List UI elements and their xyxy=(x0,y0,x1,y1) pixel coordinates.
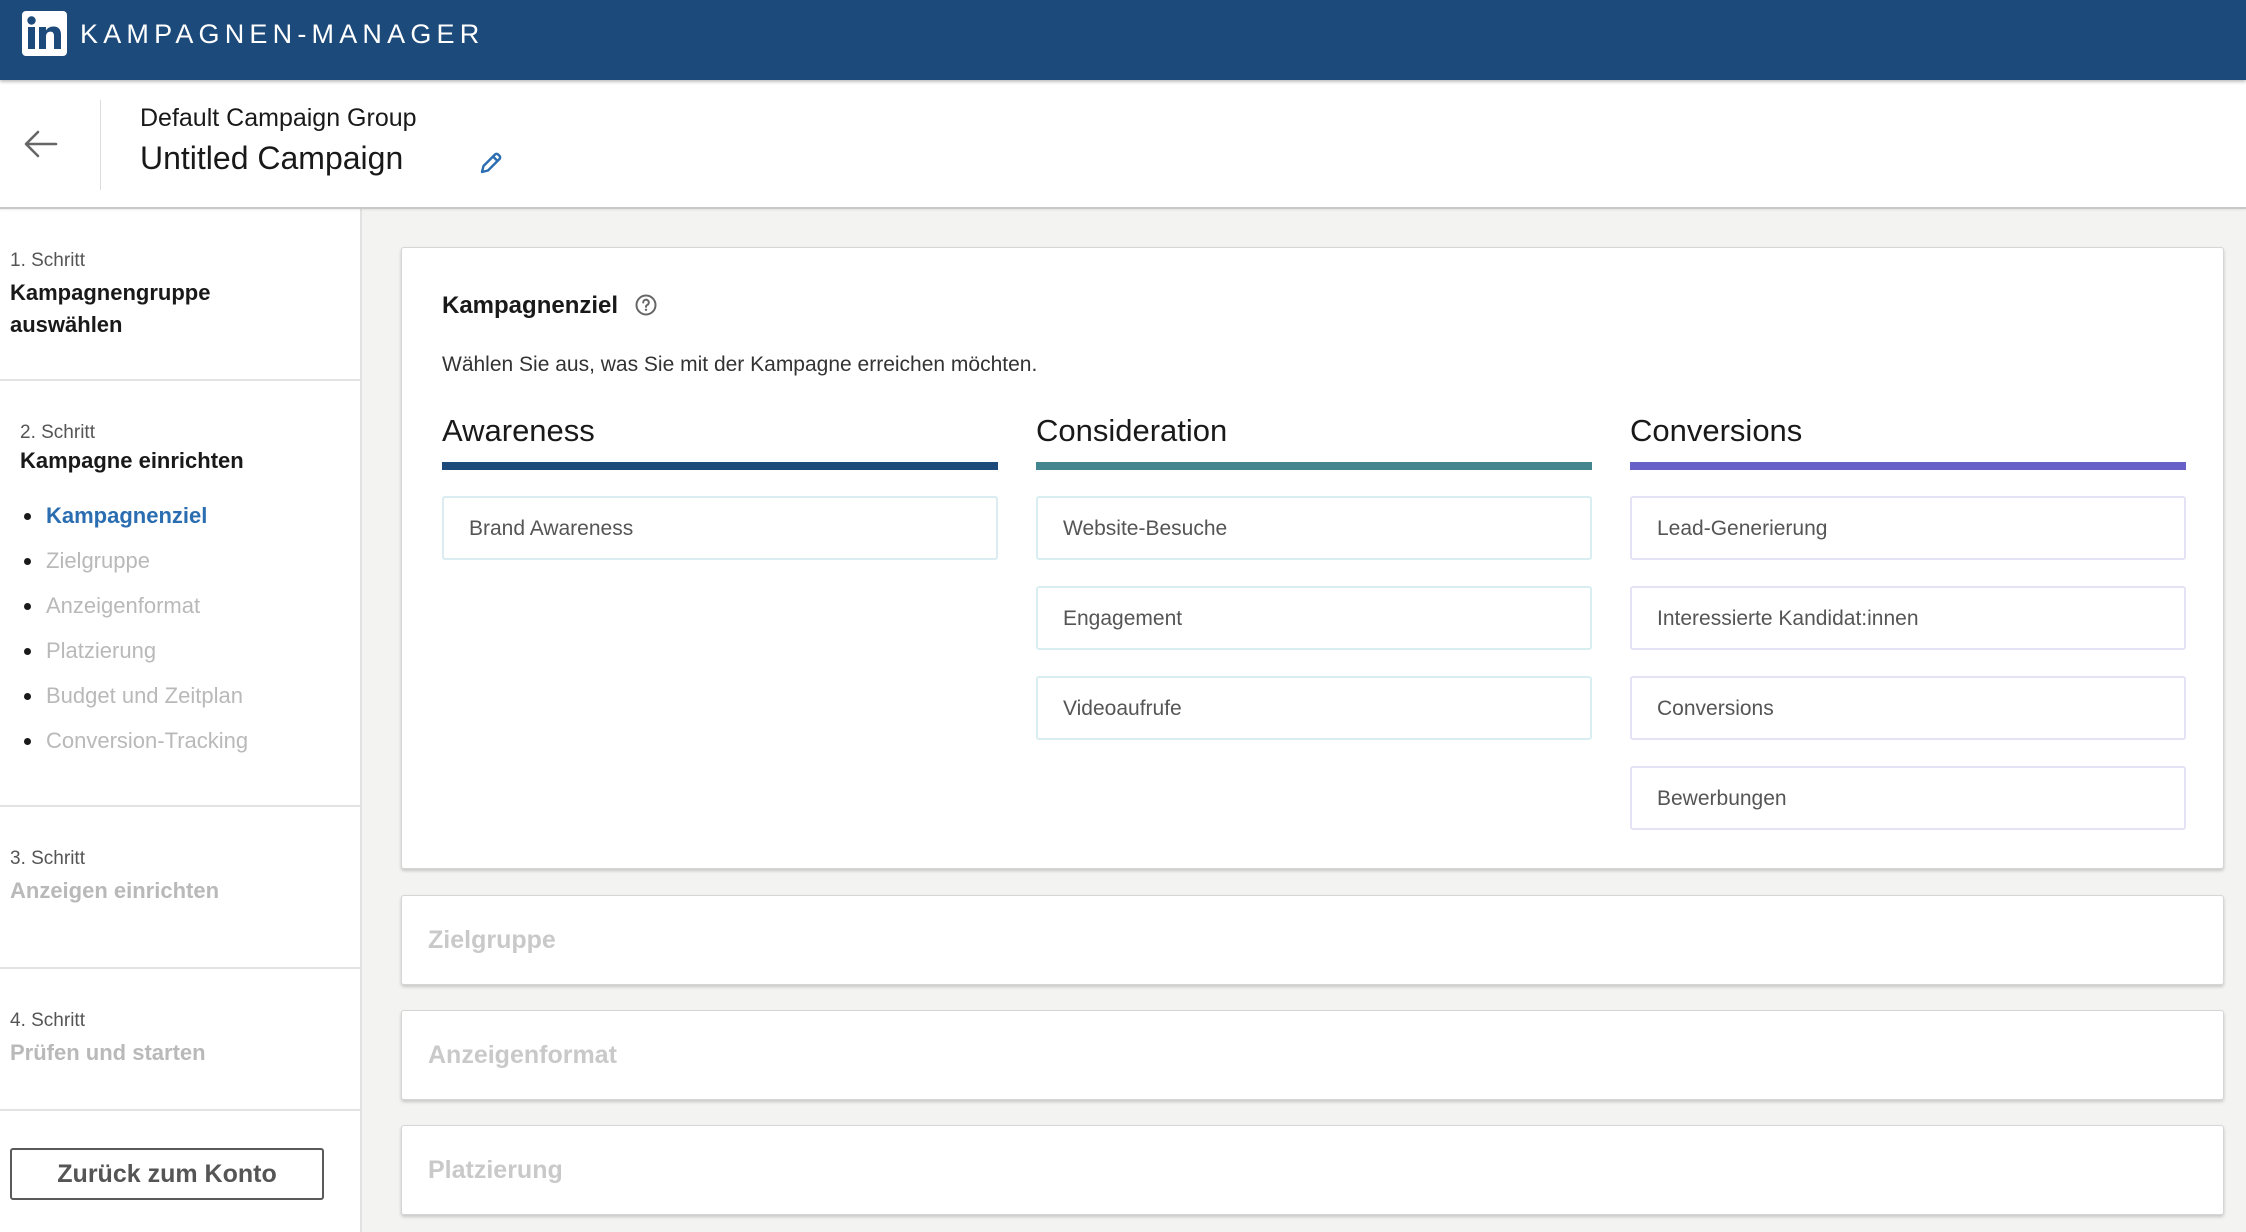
column-color-bar xyxy=(442,462,998,470)
step-title-line-1: Kampagnengruppe xyxy=(10,280,211,305)
edit-campaign-name-button[interactable] xyxy=(474,147,506,179)
section-zielgruppe[interactable]: Zielgruppe xyxy=(401,895,2224,985)
bullet-icon xyxy=(24,603,31,610)
step-label: 1. Schritt xyxy=(10,250,85,271)
app-title: KAMPAGNEN-MANAGER xyxy=(80,19,485,49)
step-1[interactable]: 1. Schritt Kampagnengruppe auswählen xyxy=(0,209,360,379)
section-platzierung[interactable]: Platzierung xyxy=(401,1125,2224,1215)
column-heading: Conversions xyxy=(1630,413,1803,448)
step-title: Prüfen und starten xyxy=(10,1040,206,1065)
step-title-line-2: auswählen xyxy=(10,312,123,337)
campaign-group-name: Default Campaign Group xyxy=(140,104,417,132)
step-divider xyxy=(0,1109,360,1111)
step-3: 3. Schritt Anzeigen einrichten xyxy=(0,807,360,967)
section-title: Anzeigenformat xyxy=(428,1041,617,1069)
objective-column-conversions: Conversions Lead-Generierung Interessier… xyxy=(1630,411,2186,830)
objective-option-videoaufrufe[interactable]: Videoaufrufe xyxy=(1036,676,1592,740)
column-heading: Awareness xyxy=(442,413,595,448)
column-heading: Consideration xyxy=(1036,413,1228,448)
section-title: Kampagnenziel xyxy=(442,292,619,319)
linkedin-logo-icon[interactable] xyxy=(22,11,67,56)
step-title: Kampagne einrichten xyxy=(20,448,244,473)
back-to-account-button[interactable]: Zurück zum Konto xyxy=(10,1148,324,1200)
section-description: Wählen Sie aus, was Sie mit der Kampagne… xyxy=(442,353,1038,376)
top-bar: KAMPAGNEN-MANAGER xyxy=(0,0,2246,80)
step-label: 4. Schritt xyxy=(10,1010,85,1031)
campaign-name: Untitled Campaign xyxy=(140,140,404,176)
objective-option-conversions[interactable]: Conversions xyxy=(1630,676,2186,740)
step-label: 3. Schritt xyxy=(10,848,85,869)
step-title: Anzeigen einrichten xyxy=(10,878,220,903)
column-color-bar xyxy=(1036,462,1592,470)
campaign-header: Default Campaign Group Untitled Campaign xyxy=(0,80,2246,209)
objective-option-website-besuche[interactable]: Website-Besuche xyxy=(1036,496,1592,560)
objective-column-awareness: Awareness Brand Awareness xyxy=(442,411,998,560)
section-title: Zielgruppe xyxy=(428,926,556,954)
arrow-left-icon xyxy=(24,130,58,158)
objective-option-brand-awareness[interactable]: Brand Awareness xyxy=(442,496,998,560)
pencil-icon xyxy=(480,152,502,174)
objective-option-lead-generierung[interactable]: Lead-Generierung xyxy=(1630,496,2186,560)
steps-sidebar: 1. Schritt Kampagnengruppe auswählen 2. … xyxy=(0,209,362,1232)
bullet-icon xyxy=(24,513,31,520)
step-2: 2. Schritt Kampagne einrichten Kampagnen… xyxy=(20,422,249,753)
bullet-icon xyxy=(24,738,31,745)
question-circle-icon[interactable] xyxy=(634,293,658,317)
bullet-icon xyxy=(24,648,31,655)
objective-option-bewerbungen[interactable]: Bewerbungen xyxy=(1630,766,2186,830)
column-color-bar xyxy=(1630,462,2186,470)
objective-option-interessierte-kandidatinnen[interactable]: Interessierte Kandidat:innen xyxy=(1630,586,2186,650)
back-button[interactable] xyxy=(18,120,66,168)
step-label: 2. Schritt xyxy=(20,422,95,443)
header-divider xyxy=(100,100,101,190)
objective-option-engagement[interactable]: Engagement xyxy=(1036,586,1592,650)
campaign-objective-card: Kampagnenziel Wählen Sie aus, was Sie mi… xyxy=(401,247,2224,869)
bullet-icon xyxy=(24,693,31,700)
section-anzeigenformat[interactable]: Anzeigenformat xyxy=(401,1010,2224,1100)
objective-column-consideration: Consideration Website-Besuche Engagement… xyxy=(1036,411,1592,740)
step-4: 4. Schritt Prüfen und starten xyxy=(0,969,360,1109)
bullet-icon xyxy=(24,558,31,565)
section-title: Platzierung xyxy=(428,1156,563,1184)
